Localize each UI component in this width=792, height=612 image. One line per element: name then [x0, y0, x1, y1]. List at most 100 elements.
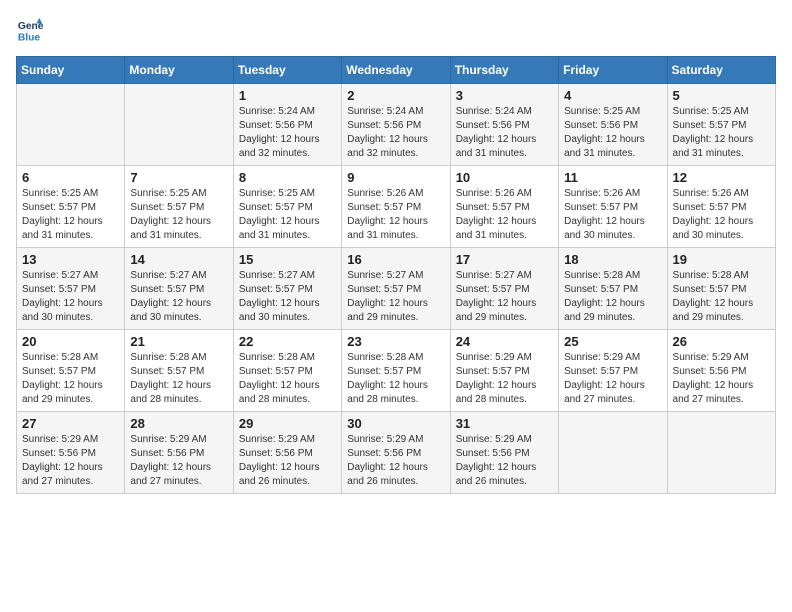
- day-number: 30: [347, 416, 444, 431]
- svg-text:Blue: Blue: [18, 32, 41, 43]
- day-info: Sunrise: 5:25 AM Sunset: 5:57 PM Dayligh…: [130, 187, 227, 243]
- day-number: 23: [347, 334, 444, 349]
- day-info: Sunrise: 5:25 AM Sunset: 5:57 PM Dayligh…: [673, 105, 770, 161]
- weekday-header-saturday: Saturday: [667, 57, 775, 84]
- day-info: Sunrise: 5:26 AM Sunset: 5:57 PM Dayligh…: [564, 187, 661, 243]
- weekday-header-wednesday: Wednesday: [342, 57, 450, 84]
- calendar-cell: [559, 412, 667, 494]
- day-number: 6: [22, 170, 119, 185]
- day-number: 21: [130, 334, 227, 349]
- calendar-cell: 4Sunrise: 5:25 AM Sunset: 5:56 PM Daylig…: [559, 84, 667, 166]
- day-number: 26: [673, 334, 770, 349]
- day-number: 2: [347, 88, 444, 103]
- calendar-cell: 29 Sunrise: 5:29 AM Sunset: 5:56 PM Dayli…: [233, 412, 341, 494]
- calendar-cell: 20 Sunrise: 5:28 AM Sunset: 5:57 PM Dayli…: [17, 330, 125, 412]
- day-info: Sunrise: 5:26 AM Sunset: 5:57 PM Dayligh…: [456, 187, 553, 243]
- calendar-cell: 27 Sunrise: 5:29 AM Sunset: 5:56 PM Dayli…: [17, 412, 125, 494]
- logo: General Blue: [16, 16, 44, 44]
- calendar-cell: 11 Sunrise: 5:26 AM Sunset: 5:57 PM Dayli…: [559, 166, 667, 248]
- calendar-cell: 31Sunrise: 5:29 AM Sunset: 5:56 PM Dayli…: [450, 412, 558, 494]
- weekday-header-friday: Friday: [559, 57, 667, 84]
- calendar-cell: 22 Sunrise: 5:28 AM Sunset: 5:57 PM Dayli…: [233, 330, 341, 412]
- day-number: 20: [22, 334, 119, 349]
- calendar-week-2: 6 Sunrise: 5:25 AM Sunset: 5:57 PM Daylig…: [17, 166, 776, 248]
- calendar-cell: 18 Sunrise: 5:28 AM Sunset: 5:57 PM Dayli…: [559, 248, 667, 330]
- day-number: 1: [239, 88, 336, 103]
- day-number: 17: [456, 252, 553, 267]
- calendar-cell: 14Sunrise: 5:27 AM Sunset: 5:57 PM Dayli…: [125, 248, 233, 330]
- calendar-header-row: SundayMondayTuesdayWednesdayThursdayFrid…: [17, 57, 776, 84]
- day-number: 8: [239, 170, 336, 185]
- day-info: Sunrise: 5:29 AM Sunset: 5:56 PM Dayligh…: [130, 433, 227, 489]
- day-info: Sunrise: 5:28 AM Sunset: 5:57 PM Dayligh…: [130, 351, 227, 407]
- day-info: Sunrise: 5:29 AM Sunset: 5:56 PM Dayligh…: [347, 433, 444, 489]
- day-info: Sunrise: 5:27 AM Sunset: 5:57 PM Dayligh…: [239, 269, 336, 325]
- day-number: 27: [22, 416, 119, 431]
- day-info: Sunrise: 5:27 AM Sunset: 5:57 PM Dayligh…: [456, 269, 553, 325]
- calendar-cell: 24Sunrise: 5:29 AM Sunset: 5:57 PM Dayli…: [450, 330, 558, 412]
- calendar-cell: 17 Sunrise: 5:27 AM Sunset: 5:57 PM Dayli…: [450, 248, 558, 330]
- day-number: 7: [130, 170, 227, 185]
- weekday-header-thursday: Thursday: [450, 57, 558, 84]
- calendar-table: SundayMondayTuesdayWednesdayThursdayFrid…: [16, 56, 776, 494]
- day-info: Sunrise: 5:25 AM Sunset: 5:57 PM Dayligh…: [239, 187, 336, 243]
- weekday-header-tuesday: Tuesday: [233, 57, 341, 84]
- day-number: 22: [239, 334, 336, 349]
- calendar-cell: 15Sunrise: 5:27 AM Sunset: 5:57 PM Dayli…: [233, 248, 341, 330]
- weekday-header-monday: Monday: [125, 57, 233, 84]
- day-info: Sunrise: 5:28 AM Sunset: 5:57 PM Dayligh…: [673, 269, 770, 325]
- calendar-cell: 1 Sunrise: 5:24 AM Sunset: 5:56 PM Daylig…: [233, 84, 341, 166]
- calendar-cell: 25 Sunrise: 5:29 AM Sunset: 5:57 PM Dayli…: [559, 330, 667, 412]
- calendar-cell: 2 Sunrise: 5:24 AM Sunset: 5:56 PM Daylig…: [342, 84, 450, 166]
- day-info: Sunrise: 5:25 AM Sunset: 5:56 PM Dayligh…: [564, 105, 661, 161]
- calendar-cell: 28 Sunrise: 5:29 AM Sunset: 5:56 PM Dayli…: [125, 412, 233, 494]
- day-info: Sunrise: 5:26 AM Sunset: 5:57 PM Dayligh…: [673, 187, 770, 243]
- page-header: General Blue: [16, 16, 776, 44]
- calendar-cell: 7 Sunrise: 5:25 AM Sunset: 5:57 PM Daylig…: [125, 166, 233, 248]
- day-info: Sunrise: 5:27 AM Sunset: 5:57 PM Dayligh…: [130, 269, 227, 325]
- day-info: Sunrise: 5:26 AM Sunset: 5:57 PM Dayligh…: [347, 187, 444, 243]
- day-number: 16: [347, 252, 444, 267]
- day-info: Sunrise: 5:25 AM Sunset: 5:57 PM Dayligh…: [22, 187, 119, 243]
- day-number: 25: [564, 334, 661, 349]
- calendar-cell: 19 Sunrise: 5:28 AM Sunset: 5:57 PM Dayli…: [667, 248, 775, 330]
- day-number: 29: [239, 416, 336, 431]
- day-info: Sunrise: 5:27 AM Sunset: 5:57 PM Dayligh…: [347, 269, 444, 325]
- calendar-cell: 10Sunrise: 5:26 AM Sunset: 5:57 PM Dayli…: [450, 166, 558, 248]
- day-number: 31: [456, 416, 553, 431]
- day-info: Sunrise: 5:28 AM Sunset: 5:57 PM Dayligh…: [22, 351, 119, 407]
- day-number: 11: [564, 170, 661, 185]
- day-number: 3: [456, 88, 553, 103]
- day-number: 9: [347, 170, 444, 185]
- calendar-cell: [667, 412, 775, 494]
- day-info: Sunrise: 5:29 AM Sunset: 5:56 PM Dayligh…: [239, 433, 336, 489]
- calendar-cell: 23 Sunrise: 5:28 AM Sunset: 5:57 PM Dayli…: [342, 330, 450, 412]
- calendar-cell: 12 Sunrise: 5:26 AM Sunset: 5:57 PM Dayli…: [667, 166, 775, 248]
- day-info: Sunrise: 5:24 AM Sunset: 5:56 PM Dayligh…: [456, 105, 553, 161]
- calendar-week-4: 20 Sunrise: 5:28 AM Sunset: 5:57 PM Dayli…: [17, 330, 776, 412]
- calendar-cell: [17, 84, 125, 166]
- day-number: 5: [673, 88, 770, 103]
- calendar-cell: 9 Sunrise: 5:26 AM Sunset: 5:57 PM Daylig…: [342, 166, 450, 248]
- calendar-week-3: 13 Sunrise: 5:27 AM Sunset: 5:57 PM Dayli…: [17, 248, 776, 330]
- calendar-cell: 3 Sunrise: 5:24 AM Sunset: 5:56 PM Daylig…: [450, 84, 558, 166]
- day-info: Sunrise: 5:28 AM Sunset: 5:57 PM Dayligh…: [239, 351, 336, 407]
- calendar-cell: 21 Sunrise: 5:28 AM Sunset: 5:57 PM Dayli…: [125, 330, 233, 412]
- calendar-cell: 6 Sunrise: 5:25 AM Sunset: 5:57 PM Daylig…: [17, 166, 125, 248]
- day-info: Sunrise: 5:29 AM Sunset: 5:57 PM Dayligh…: [456, 351, 553, 407]
- day-number: 18: [564, 252, 661, 267]
- day-info: Sunrise: 5:27 AM Sunset: 5:57 PM Dayligh…: [22, 269, 119, 325]
- day-info: Sunrise: 5:29 AM Sunset: 5:56 PM Dayligh…: [22, 433, 119, 489]
- day-info: Sunrise: 5:24 AM Sunset: 5:56 PM Dayligh…: [239, 105, 336, 161]
- day-number: 19: [673, 252, 770, 267]
- logo-icon: General Blue: [16, 16, 44, 44]
- day-info: Sunrise: 5:28 AM Sunset: 5:57 PM Dayligh…: [564, 269, 661, 325]
- day-number: 12: [673, 170, 770, 185]
- day-info: Sunrise: 5:29 AM Sunset: 5:57 PM Dayligh…: [564, 351, 661, 407]
- calendar-cell: [125, 84, 233, 166]
- day-number: 13: [22, 252, 119, 267]
- calendar-cell: 16 Sunrise: 5:27 AM Sunset: 5:57 PM Dayli…: [342, 248, 450, 330]
- day-info: Sunrise: 5:24 AM Sunset: 5:56 PM Dayligh…: [347, 105, 444, 161]
- day-number: 28: [130, 416, 227, 431]
- day-info: Sunrise: 5:28 AM Sunset: 5:57 PM Dayligh…: [347, 351, 444, 407]
